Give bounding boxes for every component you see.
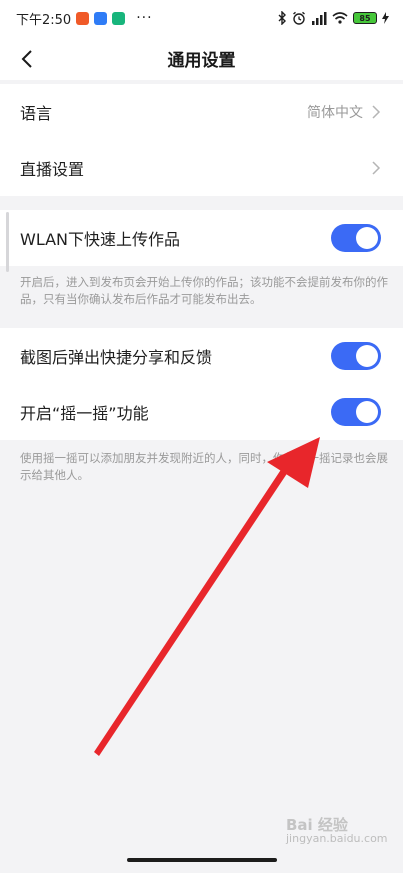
live-settings-label: 直播设置 [20,160,85,179]
wlan-upload-note: 开启后，进入到发布页会开始上传你的作品；该功能不会提前发布你的作品，只有当你确认… [20,275,388,306]
shake-label: 开启“摇一摇”功能 [20,404,149,423]
back-button[interactable] [14,46,40,72]
watermark-main: Bai 经验 [286,816,348,834]
wlan-upload-row: WLAN下快速上传作品 [0,210,403,266]
screenshot-share-row: 截图后弹出快捷分享和反馈 [0,328,403,384]
screenshot-share-label: 截图后弹出快捷分享和反馈 [20,348,213,367]
watermark-sub: jingyan.baidu.com [286,832,388,845]
notification-app-icon-1 [76,11,90,25]
status-bar: 下午2:50 ··· 85 [0,0,403,36]
back-arrow-icon [21,50,32,68]
chevron-right-icon [372,161,381,175]
language-value: 简体中文 [307,105,363,121]
status-left: 下午2:50 ··· [16,9,153,28]
chevron-right-icon [372,105,381,119]
status-right: 85 [278,11,389,25]
shake-toggle[interactable] [331,398,381,426]
shake-row: 开启“摇一摇”功能 [0,384,403,440]
language-value-wrap: 简体中文 [307,102,381,122]
wlan-upload-label: WLAN下快速上传作品 [20,230,181,249]
live-settings-value-wrap [371,161,381,175]
language-label: 语言 [20,104,53,123]
wlan-upload-toggle[interactable] [331,224,381,252]
screenshot-share-toggle[interactable] [331,342,381,370]
shake-note: 使用摇一摇可以添加朋友并发现附近的人，同时，你的摇一摇记录也会展示给其他人。 [20,451,388,482]
toggle-knob [356,345,378,367]
toggle-knob [356,227,378,249]
settings-group-general: 语言 简体中文 直播设置 [0,84,403,196]
notification-app-icon-2 [94,11,108,25]
charging-icon [382,12,389,24]
status-time: 下午2:50 [16,12,72,28]
notification-app-icon-3 [112,11,126,25]
alarm-icon [293,11,305,25]
watermark: Bai 经验 jingyan.baidu.com [286,818,396,846]
wifi-icon [332,12,348,24]
battery-icon: 85 [353,12,377,24]
more-notifications-icon: ··· [136,10,153,26]
live-settings-row[interactable]: 直播设置 [0,140,403,196]
arrow-shaft [94,462,292,756]
home-indicator[interactable] [127,858,277,862]
nav-bar: 通用设置 [0,36,403,80]
toggle-knob [356,401,378,423]
page-title: 通用设置 [167,50,236,71]
settings-group-upload: WLAN下快速上传作品 [0,210,403,266]
signal-icon [312,11,327,25]
settings-group-share: 截图后弹出快捷分享和反馈 开启“摇一摇”功能 [0,328,403,440]
scroll-edge-indicator [6,212,9,272]
language-row[interactable]: 语言 简体中文 [0,84,403,140]
bluetooth-icon [278,11,286,25]
